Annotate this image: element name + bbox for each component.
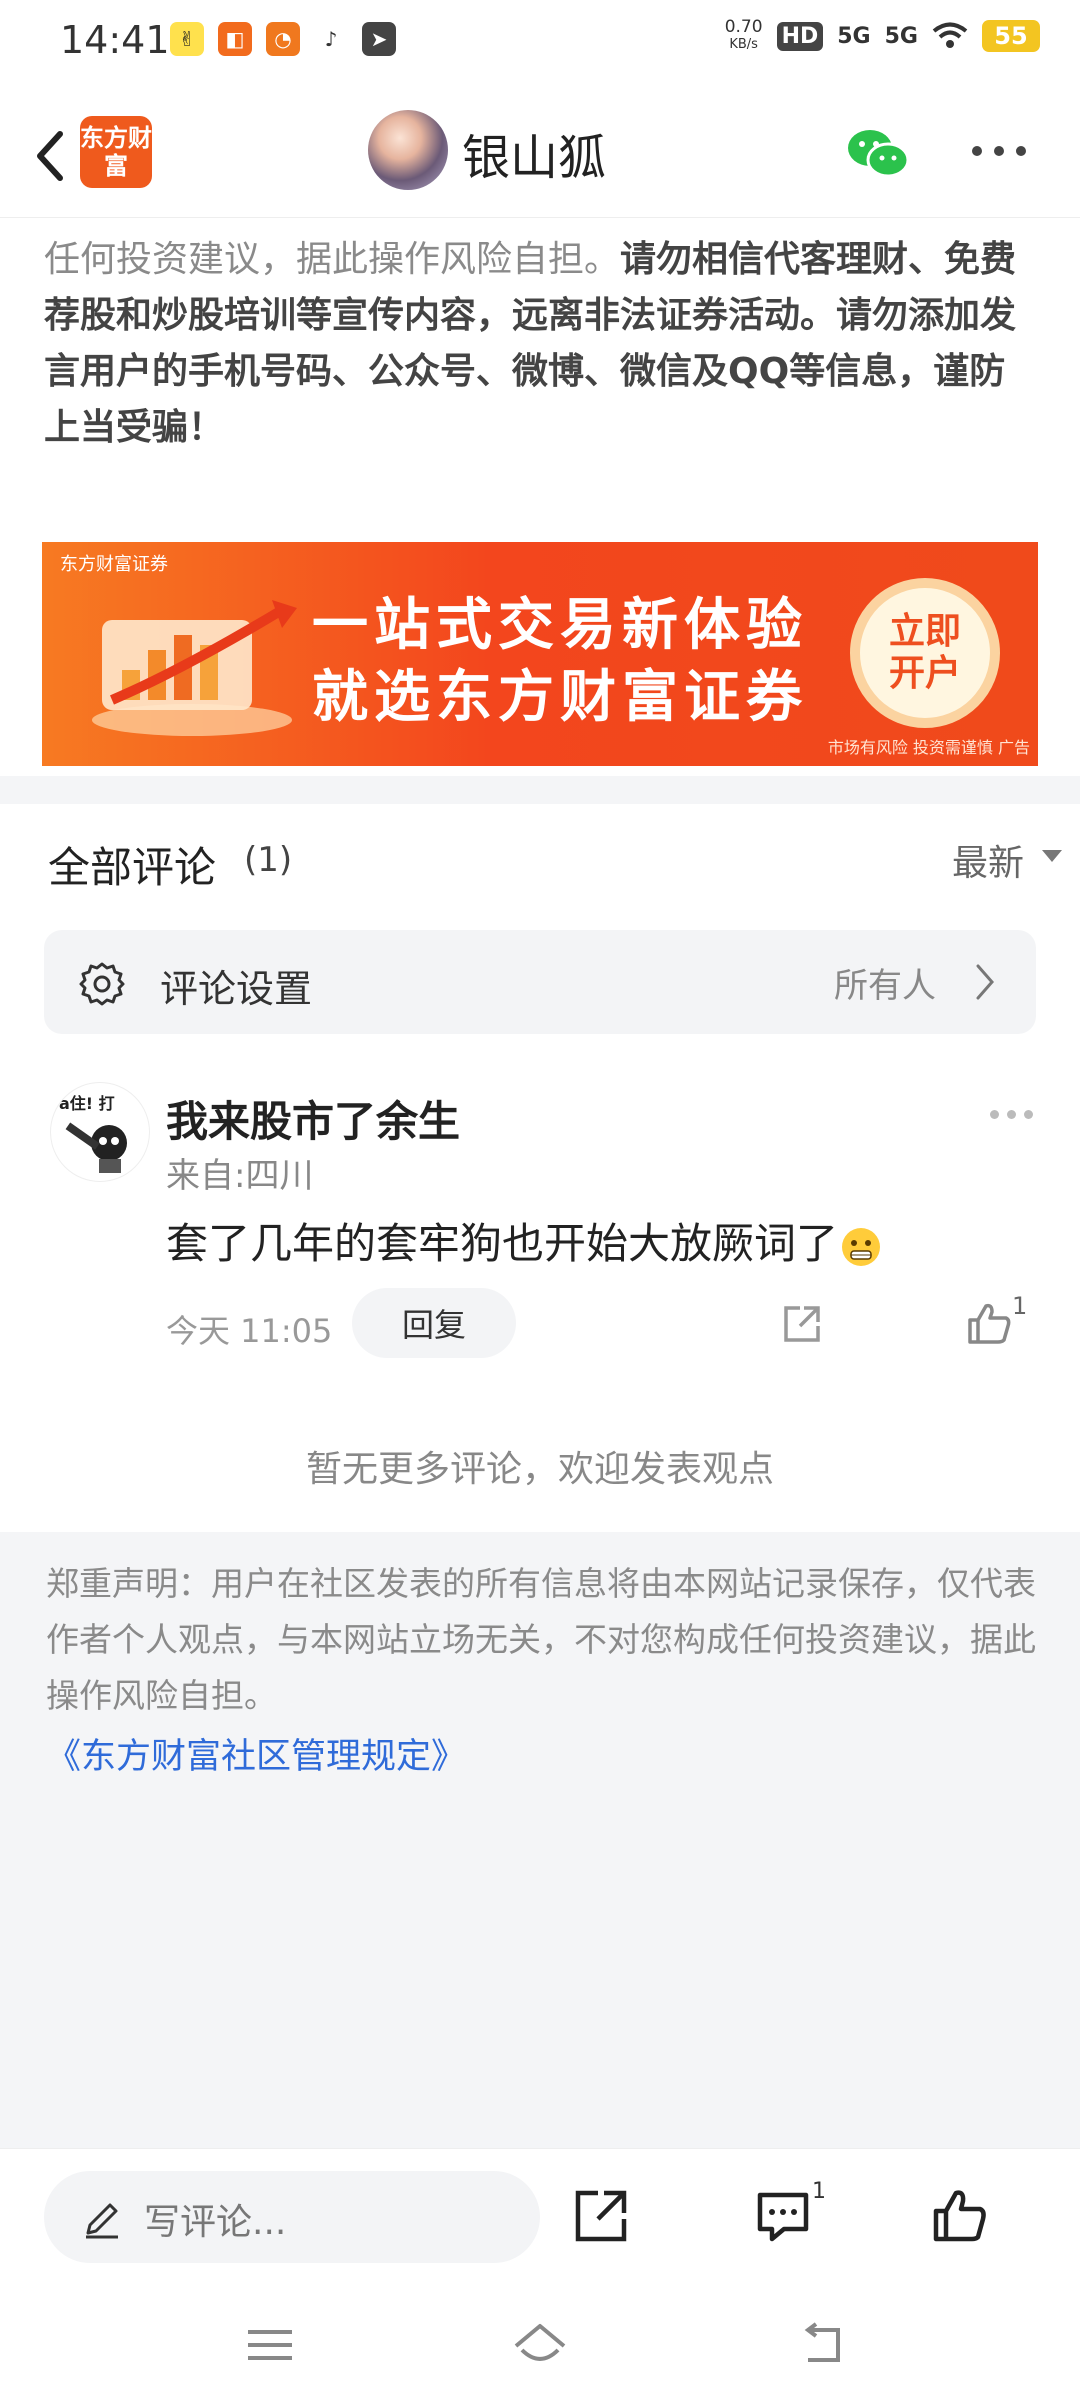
notification-app-icon: ◔ [266,22,300,56]
thumbs-up-icon[interactable] [966,1300,1012,1346]
back-icon[interactable] [794,2320,854,2370]
signal-5g-icon: 5G [884,23,918,49]
thumbs-up-icon[interactable] [930,2187,988,2245]
gear-icon [79,962,125,1006]
status-app-icons: ✌ ◧ ◔ ♪ ➤ [170,22,396,56]
like-count: 1 [1012,1292,1028,1320]
commenter-avatar[interactable]: a住! 打 [50,1082,150,1182]
chevron-right-icon [976,964,994,1000]
banner-risk-note: 市场有风险 投资需谨慎 广告 [827,738,1030,757]
page-title[interactable]: 银山狐 [462,118,606,188]
notification-app-icon: ◧ [218,22,252,56]
tiktok-icon: ♪ [324,27,338,51]
wechat-icon[interactable] [846,126,910,180]
status-bar: 14:41 ✌ ◧ ◔ ♪ ➤ 0.70 KB/s HD 5G 5G 55 [0,0,1080,88]
open-account-button[interactable]: 立即开户 [850,578,1000,728]
system-nav-bar [0,2280,1080,2408]
pencil-icon [86,2203,118,2239]
battery-icon: 55 [982,20,1040,52]
comments-count: (1) [244,840,293,880]
commenter-username[interactable]: 我来股市了余生 [166,1088,460,1149]
write-comment-input[interactable]: 写评论... [44,2171,540,2263]
signal-5g-icon: 5G [837,23,871,49]
send-icon: ➤ [362,22,396,56]
status-indicators: 0.70 KB/s HD 5G 5G 55 [725,18,1040,54]
community-rules-link[interactable]: 《东方财富社区管理规定》 [46,1728,466,1779]
share-icon[interactable] [572,2187,630,2245]
author-avatar[interactable] [368,110,448,190]
comment-settings-value: 所有人 [834,966,936,1006]
dropdown-triangle-icon[interactable] [1042,850,1062,862]
comment-settings-row[interactable]: 评论设置 所有人 [44,930,1036,1034]
banner-headline: 一站式交易新体验 [312,593,808,658]
disclaimer-text: 郑重声明：用户在社区发表的所有信息将由本网站记录保存，仅代表作者个人观点，与本网… [46,1564,1036,1715]
ad-banner[interactable]: 东方财富证券 一站式交易新体验 就选东方财富证券 立即开户 市场有风险 投资需谨… [42,542,1038,766]
article-light-text: 任何投资建议，据此操作风险自担。 [44,239,621,280]
hd-icon: HD [776,21,824,51]
section-divider [0,776,1080,804]
svg-text:a住! 打: a住! 打 [59,1094,115,1113]
wifi-icon [932,22,968,48]
no-more-comments: 暂无更多评论，欢迎发表观点 [305,1449,774,1490]
grimace-emoji-icon [842,1227,881,1266]
comments-header: 全部评论 (1) 最新 [0,804,1080,914]
article-notice: 任何投资建议，据此操作风险自担。请勿相信代客理财、免费荐股和炒股培训等宣传内容，… [44,232,1038,456]
top-nav-header: 东方财富 银山狐 [0,88,1080,218]
comment-text: 套了几年的套牢狗也开始大放厥词了 [166,1210,881,1271]
more-options-icon[interactable] [972,146,1026,156]
comments-heading: 全部评论 [48,843,217,892]
notification-app-icon: ✌ [170,22,204,56]
status-time: 14:41 [60,18,170,62]
back-arrow-icon[interactable] [28,126,78,186]
disclaimer-section: 郑重声明：用户在社区发表的所有信息将由本网站记录保存，仅代表作者个人观点，与本网… [0,1532,1080,2148]
reply-button[interactable]: 回复 [352,1288,516,1358]
bar-chart-illustration-icon [92,600,297,736]
commenter-location: 来自:四川 [166,1156,314,1196]
menu-icon[interactable] [240,2320,300,2370]
home-icon[interactable] [510,2320,570,2370]
share-icon[interactable] [780,1302,824,1346]
banner-subheadline: 就选东方财富证券 [312,665,808,730]
comment-more-icon[interactable] [990,1110,1033,1119]
comment-settings-label: 评论设置 [160,967,313,1011]
network-speed: 0.70 KB/s [724,17,763,52]
write-comment-placeholder: 写评论... [144,2202,287,2243]
comment-count-badge: 1 [812,2179,826,2204]
comment-icon[interactable] [754,2187,812,2245]
banner-brand: 东方财富证券 [60,554,168,575]
sort-dropdown[interactable]: 最新 [952,834,1024,886]
bottom-action-bar: 写评论... 1 [0,2148,1080,2280]
app-logo[interactable]: 东方财富 [80,116,152,188]
comment-time: 今天 11:05 [166,1312,333,1350]
